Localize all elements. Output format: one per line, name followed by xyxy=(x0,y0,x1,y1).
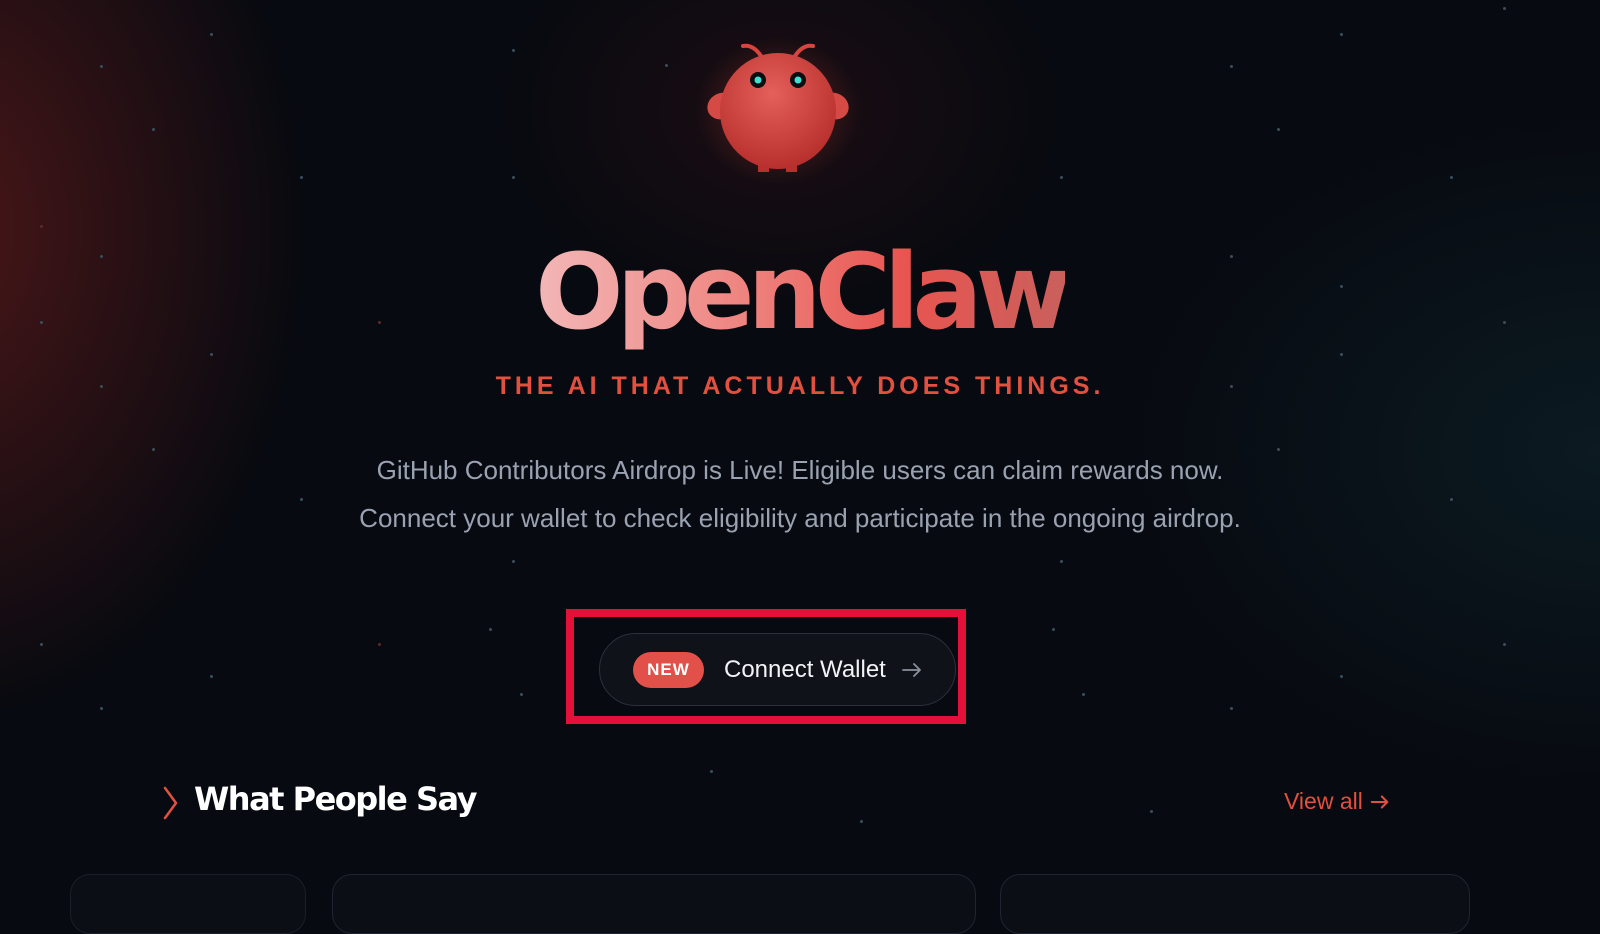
star xyxy=(210,353,213,356)
testimonial-card[interactable] xyxy=(70,874,306,934)
star xyxy=(1450,498,1453,501)
star xyxy=(1340,675,1343,678)
star xyxy=(1340,33,1343,36)
star xyxy=(1230,65,1233,68)
star xyxy=(378,643,381,646)
hero-description-line1: GitHub Contributors Airdrop is Live! Eli… xyxy=(376,455,1224,485)
star xyxy=(100,65,103,68)
star xyxy=(512,560,515,563)
connect-wallet-button[interactable]: NEW Connect Wallet xyxy=(599,633,956,706)
star xyxy=(665,64,668,67)
testimonial-card[interactable] xyxy=(1000,874,1470,934)
star xyxy=(512,176,515,179)
connect-wallet-label: Connect Wallet xyxy=(724,656,886,683)
mascot-icon xyxy=(696,37,860,185)
star xyxy=(489,628,492,631)
brand-title: OpenClaw xyxy=(535,231,1072,353)
hero-description-line2: Connect your wallet to check eligibility… xyxy=(359,503,1241,533)
star xyxy=(860,820,863,823)
star xyxy=(1277,128,1280,131)
chevron-right-icon xyxy=(163,786,178,820)
star xyxy=(710,770,713,773)
arrow-right-icon xyxy=(902,663,921,677)
star xyxy=(152,448,155,451)
view-all-label: View all xyxy=(1284,788,1363,814)
star xyxy=(1060,176,1063,179)
new-badge: NEW xyxy=(633,652,704,688)
star xyxy=(40,225,43,228)
star xyxy=(520,693,523,696)
star xyxy=(210,33,213,36)
tagline: THE AI THAT ACTUALLY DOES THINGS. xyxy=(495,372,1105,400)
star xyxy=(1082,693,1085,696)
star xyxy=(300,176,303,179)
star xyxy=(1150,810,1153,813)
star xyxy=(100,707,103,710)
star xyxy=(152,128,155,131)
star xyxy=(1340,353,1343,356)
star xyxy=(1450,176,1453,179)
section-title: What People Say xyxy=(194,780,477,818)
star xyxy=(512,49,515,52)
star xyxy=(40,643,43,646)
star xyxy=(1503,643,1506,646)
testimonial-card[interactable] xyxy=(332,874,976,934)
view-all-link[interactable]: View all xyxy=(1284,788,1391,815)
star xyxy=(300,498,303,501)
arrow-right-icon xyxy=(1370,794,1389,809)
star xyxy=(1230,707,1233,710)
star xyxy=(1060,560,1063,563)
star xyxy=(210,675,213,678)
star xyxy=(1503,7,1506,10)
star xyxy=(1052,628,1055,631)
star xyxy=(1277,448,1280,451)
